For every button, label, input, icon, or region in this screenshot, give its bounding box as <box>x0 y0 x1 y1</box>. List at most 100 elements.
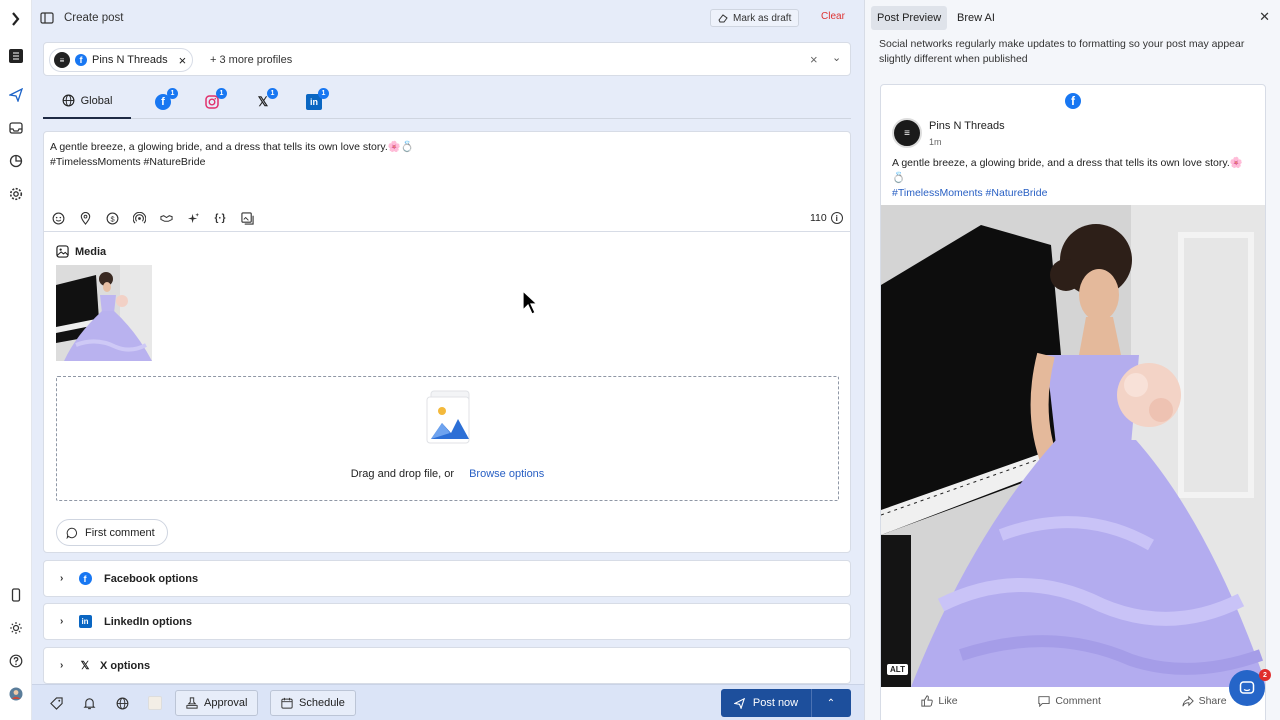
mark-as-draft-button[interactable]: Mark as draft <box>710 9 800 27</box>
post-now-label: Post now <box>752 697 799 709</box>
send-icon <box>733 697 745 709</box>
post-time: 1m <box>929 137 942 147</box>
post-text-area[interactable]: A gentle breeze, a glowing bride, and a … <box>50 140 414 170</box>
mouse-cursor-icon <box>522 290 538 315</box>
like-action[interactable]: Like <box>921 695 958 707</box>
post-text-line: #TimelessMoments #NatureBride <box>50 156 206 168</box>
facebook-options-accordion[interactable]: › f Facebook options <box>43 560 851 597</box>
media-section-title: Media <box>56 245 106 258</box>
tab-post-preview[interactable]: Post Preview <box>871 6 948 30</box>
x-logo-icon: 𝕏1 <box>255 87 278 110</box>
facebook-icon: f <box>78 572 92 586</box>
workspace-avatar-icon[interactable] <box>7 47 25 65</box>
analytics-icon[interactable] <box>7 152 25 170</box>
profile-selector[interactable]: ≡ f Pins N Threads × + 3 more profiles ×… <box>43 42 851 76</box>
variables-icon[interactable]: {·} <box>212 210 228 226</box>
inbox-icon[interactable] <box>7 119 25 137</box>
browse-options-link[interactable]: Browse options <box>469 468 544 480</box>
network-tabs: Global f1 1 𝕏1 in 1 <box>43 84 851 119</box>
tab-brew-ai[interactable]: Brew AI <box>951 6 1001 30</box>
approval-button[interactable]: Approval <box>175 690 259 716</box>
post-text-body: A gentle breeze, a glowing bride, and a … <box>892 157 1243 184</box>
x-options-accordion[interactable]: › 𝕏 X options <box>43 647 851 684</box>
schedule-button[interactable]: Schedule <box>270 690 356 716</box>
comment-icon <box>1038 696 1050 707</box>
instagram-icon: 1 <box>204 87 227 110</box>
linkedin-options-label: LinkedIn options <box>104 615 192 628</box>
gallery-icon[interactable] <box>239 210 255 226</box>
upload-image-icon <box>426 390 470 444</box>
eraser-icon <box>718 14 728 23</box>
divider <box>44 231 850 232</box>
sidebar-toggle-icon[interactable] <box>40 11 54 25</box>
linkedin-icon: in 1 <box>306 87 329 110</box>
post-text-line: A gentle breeze, a glowing bride, and a … <box>50 141 414 153</box>
tab-x[interactable]: 𝕏1 <box>249 84 278 119</box>
share-action[interactable]: Share <box>1181 695 1227 707</box>
media-thumbnail[interactable] <box>56 265 152 361</box>
emoji-icon[interactable] <box>50 210 66 226</box>
handshake-icon[interactable] <box>158 210 174 226</box>
comment-action[interactable]: Comment <box>1038 695 1101 707</box>
color-swatch[interactable] <box>147 695 163 711</box>
tab-facebook[interactable]: f1 <box>149 84 178 119</box>
more-profiles-label[interactable]: + 3 more profiles <box>210 54 292 66</box>
bell-icon[interactable] <box>81 695 97 711</box>
chevron-up-icon[interactable]: ⌃ <box>812 698 850 709</box>
post-text: A gentle breeze, a glowing bride, and a … <box>892 156 1252 201</box>
post-composer: A gentle breeze, a glowing bride, and a … <box>43 131 851 553</box>
mobile-icon[interactable] <box>7 586 25 604</box>
left-rail <box>0 0 32 720</box>
clear-profiles-icon[interactable]: × <box>810 52 818 67</box>
profile-chip-label: Pins N Threads <box>92 54 168 66</box>
like-label: Like <box>938 695 958 707</box>
close-icon[interactable]: ✕ <box>1259 9 1270 25</box>
settings-gear-icon[interactable] <box>7 185 25 203</box>
linkedin-icon: in <box>78 615 92 629</box>
post-now-button[interactable]: Post now ⌃ <box>721 689 851 717</box>
profile-chip[interactable]: ≡ f Pins N Threads × <box>49 48 194 72</box>
page-avatar: ≡ <box>892 118 922 148</box>
info-icon[interactable]: i <box>830 212 843 224</box>
first-comment-button[interactable]: First comment <box>56 519 168 546</box>
chat-unread-badge: 2 <box>1259 669 1271 681</box>
schedule-label: Schedule <box>299 697 345 709</box>
post-editor: Create post Mark as draft Clear ≡ f Pins… <box>32 0 864 720</box>
chevron-right-icon: › <box>60 616 64 627</box>
dollar-icon[interactable]: $ <box>104 210 120 226</box>
preview-note: Social networks regularly make updates t… <box>879 38 1245 65</box>
tab-global[interactable]: Global <box>43 84 131 119</box>
broadcast-icon[interactable] <box>131 210 147 226</box>
preview-panel: Post Preview Brew AI ✕ Social networks r… <box>864 0 1280 720</box>
share-icon <box>1181 695 1194 707</box>
publish-icon[interactable] <box>7 86 25 104</box>
brand-logo-icon[interactable] <box>7 10 25 28</box>
tab-badge: 1 <box>167 87 178 99</box>
globe-icon[interactable] <box>114 695 130 711</box>
profile-avatar: ≡ <box>54 52 70 68</box>
chevron-down-icon[interactable]: ⌄ <box>832 51 841 64</box>
tab-linkedin[interactable]: in 1 <box>300 84 329 119</box>
remove-profile-icon[interactable]: × <box>179 53 187 68</box>
chevron-right-icon: › <box>60 573 64 584</box>
page-name: Pins N Threads <box>929 120 1005 132</box>
tab-badge: 1 <box>216 87 227 99</box>
chat-icon <box>1239 681 1255 694</box>
linkedin-options-accordion[interactable]: › in LinkedIn options <box>43 603 851 640</box>
clear-button[interactable]: Clear <box>821 11 845 22</box>
help-icon[interactable] <box>7 652 25 670</box>
tab-instagram[interactable]: 1 <box>198 84 227 119</box>
post-now-main[interactable]: Post now <box>721 697 811 709</box>
character-counter: 110 i <box>810 212 843 224</box>
media-dropzone[interactable]: Drag and drop file, or Browse options <box>56 376 839 501</box>
user-avatar-icon[interactable] <box>7 685 25 703</box>
location-pin-icon[interactable] <box>77 210 93 226</box>
alt-text-badge[interactable]: ALT <box>887 664 908 675</box>
post-photo[interactable]: ALT <box>881 205 1265 687</box>
theme-sun-icon[interactable] <box>7 619 25 637</box>
ai-sparkle-icon[interactable] <box>185 210 201 226</box>
facebook-options-label: Facebook options <box>104 572 199 585</box>
dropzone-label: Drag and drop file, or <box>350 468 455 480</box>
tag-icon[interactable] <box>48 695 64 711</box>
tab-badge: 1 <box>318 87 329 99</box>
